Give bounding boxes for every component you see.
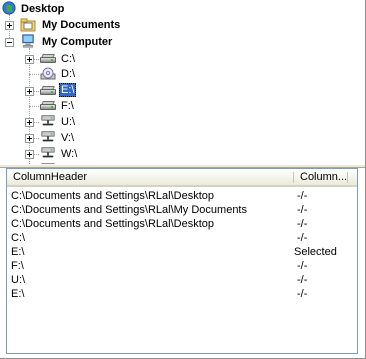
computer-icon — [22, 34, 34, 48]
column-divider[interactable] — [347, 172, 348, 183]
expand-v-drive-button[interactable] — [25, 134, 34, 143]
hard-drive-icon — [40, 54, 56, 64]
list-header: ColumnHeader Column... — [7, 169, 357, 187]
tree-label-u-drive: U:\ — [61, 116, 76, 128]
tree-label-d-drive: D:\ — [61, 68, 76, 80]
row-path: C:\Documents and Settings\RLal\Desktop — [11, 190, 214, 202]
table-row[interactable]: C:\ -/- — [7, 231, 357, 245]
tree-label-v-drive: V:\ — [61, 132, 75, 144]
hard-drive-icon — [40, 101, 56, 111]
row-value: -/- — [297, 232, 308, 244]
expand-c-drive-button[interactable] — [25, 55, 34, 64]
row-path: F:\ — [11, 260, 24, 272]
network-drive-icon — [41, 115, 55, 126]
details-list-view[interactable]: ColumnHeader Column... C:\Documents and … — [6, 168, 358, 354]
tree-label-my-computer: My Computer — [42, 36, 113, 48]
expand-w-drive-button[interactable] — [25, 150, 34, 159]
expand-u-drive-button[interactable] — [25, 118, 34, 127]
network-drive-icon — [41, 147, 55, 158]
tree-label-f-drive: F:\ — [61, 100, 74, 112]
column-header-2[interactable]: Column... — [294, 169, 346, 185]
row-path: C:\Documents and Settings\RLal\My Docume… — [11, 204, 247, 216]
row-value: -/- — [297, 260, 308, 272]
hard-drive-icon — [40, 86, 56, 96]
row-value: -/- — [297, 288, 308, 300]
expand-my-documents-button[interactable] — [5, 21, 14, 30]
tree-label-my-documents: My Documents — [42, 19, 121, 31]
tree-label-desktop: Desktop — [21, 3, 65, 15]
row-path: C:\Documents and Settings\RLal\Desktop — [11, 218, 214, 230]
collapse-my-computer-button[interactable] — [5, 38, 14, 47]
row-path: E:\ — [11, 288, 25, 300]
table-row[interactable]: E:\ -/- — [7, 287, 357, 301]
row-value: -/- — [297, 218, 308, 230]
network-drive-icon — [41, 131, 55, 142]
cd-drive-icon — [40, 67, 56, 80]
row-value: -/- — [297, 274, 308, 286]
column-header-1[interactable]: ColumnHeader — [7, 169, 293, 185]
table-row[interactable]: U:\ -/- — [7, 273, 357, 287]
folder-tree[interactable]: Desktop My Documents My Computer C:\ D:\… — [0, 0, 364, 164]
row-value: -/- — [297, 204, 308, 216]
tree-label-e-drive: E:\ — [59, 83, 77, 97]
tree-label-w-drive: W:\ — [61, 148, 78, 160]
table-row[interactable]: F:\ -/- — [7, 259, 357, 273]
row-path: E:\ — [11, 246, 25, 258]
row-value: Selected — [294, 246, 337, 258]
desktop-icon — [2, 1, 16, 15]
tree-label-c-drive: C:\ — [61, 53, 76, 65]
table-row[interactable]: C:\Documents and Settings\RLal\Desktop -… — [7, 189, 357, 203]
row-value: -/- — [297, 190, 308, 202]
table-row[interactable]: C:\Documents and Settings\RLal\My Docume… — [7, 203, 357, 217]
folder-icon — [20, 18, 36, 32]
table-row[interactable]: E:\ Selected — [7, 245, 357, 259]
row-path: C:\ — [11, 232, 26, 244]
row-path: U:\ — [11, 274, 26, 286]
expand-e-drive-button[interactable] — [25, 87, 34, 96]
table-row[interactable]: C:\Documents and Settings\RLal\Desktop -… — [7, 217, 357, 231]
